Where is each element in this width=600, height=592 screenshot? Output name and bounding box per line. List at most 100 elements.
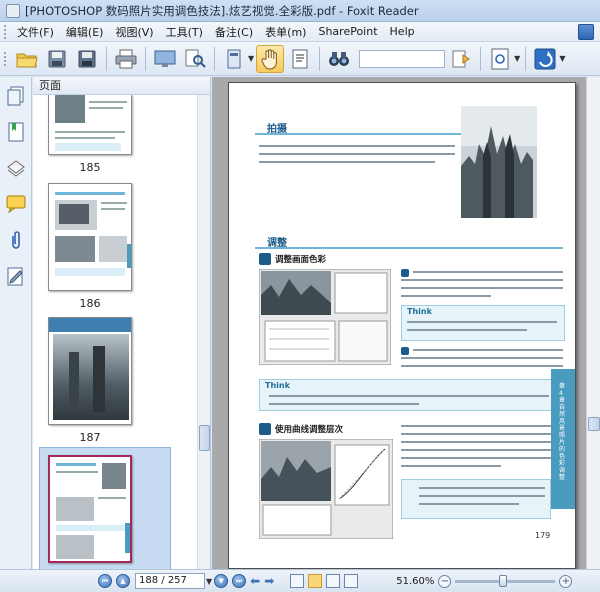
menu-help[interactable]: Help [384, 25, 421, 38]
thumbnail-scrollbar[interactable] [197, 95, 210, 569]
toolbar-separator [145, 46, 146, 71]
menu-file[interactable]: 文件(F) [11, 24, 60, 40]
search-next-button[interactable] [447, 45, 475, 73]
thumbnail-list[interactable]: 185 186 187 [33, 95, 197, 569]
print-button[interactable] [112, 45, 140, 73]
thumbnail-text [89, 107, 123, 109]
page-number-input[interactable]: 188 / 257 [135, 573, 205, 589]
curves-screenshot [259, 439, 393, 539]
thumbnail-scrollbar-thumb[interactable] [199, 425, 210, 451]
thumbnail-page-187[interactable] [48, 317, 132, 425]
save-as-button[interactable] [73, 45, 101, 73]
chevron-down-icon[interactable]: ▼ [206, 577, 212, 586]
save-as-icon [78, 50, 96, 67]
comments-icon[interactable] [5, 193, 27, 215]
find-button[interactable] [325, 45, 353, 73]
thumbnail-image [102, 463, 126, 489]
single-page-view-button[interactable] [290, 574, 305, 588]
pdf-page: 拍摄 调整 调整画面色彩 Think Think 第4章 自然风景照片的色彩调整… [228, 82, 576, 569]
thumbnail-image [56, 497, 94, 521]
chevron-down-icon[interactable]: ▼ [248, 54, 254, 63]
thumbnail-mountain-photo [53, 334, 129, 420]
continuous-view-button[interactable] [308, 574, 323, 588]
menu-view[interactable]: 视图(V) [109, 24, 159, 40]
save-button[interactable] [43, 45, 71, 73]
zoom-slider-handle[interactable] [499, 574, 508, 587]
document-view[interactable]: 拍摄 调整 调整画面色彩 Think Think 第4章 自然风景照片的色彩调整… [212, 77, 600, 569]
zoom-page-icon [491, 48, 509, 69]
tip-text-line [269, 403, 419, 405]
pages-panel-header: 页面 [33, 77, 210, 95]
forward-arrow-icon[interactable]: ➡ [264, 574, 274, 588]
next-page-button[interactable]: ▼ [214, 574, 229, 588]
navigation-strip [0, 77, 32, 569]
body-text-line [401, 295, 491, 297]
tip-text-line [419, 487, 545, 489]
window-title: [PHOTOSHOP 数码照片实用调色技法].炫艺视觉.全彩版.pdf - Fo… [25, 3, 419, 18]
pages-icon[interactable] [5, 85, 27, 107]
foxit-app-icon [6, 3, 20, 18]
thumbnail-page-185[interactable] [48, 95, 132, 155]
back-arrow-icon[interactable]: ⬅ [250, 574, 260, 588]
thumbnail-rock-pillar [93, 346, 105, 412]
folder-open-icon [16, 53, 38, 67]
toolbar-separator [525, 46, 527, 71]
continuous-facing-view-button[interactable] [344, 574, 359, 588]
previous-page-button[interactable]: ▲ [116, 574, 130, 588]
tip-text-line [407, 321, 557, 323]
document-scrollbar[interactable] [586, 77, 600, 569]
hand-icon [261, 48, 278, 70]
pages-panel: 页面 185 186 187 [33, 77, 211, 569]
chevron-down-icon[interactable]: ▼ [559, 54, 565, 63]
body-text-line [401, 425, 551, 427]
monitor-icon [154, 50, 176, 67]
menu-sharepoint[interactable]: SharePoint [312, 25, 383, 38]
page-tool-button[interactable] [220, 45, 248, 73]
signature-icon[interactable] [5, 265, 27, 287]
search-next-icon [452, 50, 471, 67]
step-number-badge [401, 269, 409, 277]
toolbar-separator [106, 46, 107, 71]
thumbnail-image [55, 236, 95, 262]
zoom-tool-button[interactable] [486, 45, 514, 73]
body-text-line [401, 357, 563, 359]
search-input[interactable] [359, 49, 446, 68]
subsection-title: 使用曲线调整层次 [275, 425, 344, 435]
tip-text-line [407, 329, 527, 331]
attachment-icon[interactable] [5, 229, 27, 251]
section-bar [255, 247, 563, 249]
resize-window-icon[interactable] [578, 24, 594, 40]
hand-tool-button[interactable] [256, 44, 285, 73]
layers-icon[interactable] [5, 157, 27, 179]
first-page-button[interactable]: ⏮ [98, 574, 112, 588]
find-page-button[interactable] [181, 45, 209, 73]
chapter-side-tab-text: 第4章 自然风景照片的色彩调整 [559, 383, 566, 481]
save-disk-icon [48, 50, 66, 67]
screen-button[interactable] [151, 45, 179, 73]
thumbnail-side-tab [127, 244, 131, 268]
title-bar: [PHOTOSHOP 数码照片实用调色技法].炫艺视觉.全彩版.pdf - Fo… [0, 0, 600, 22]
menu-comments[interactable]: 备注(C) [209, 24, 259, 40]
thumbnail-image [56, 535, 94, 559]
facing-view-button[interactable] [326, 574, 341, 588]
chevron-down-icon[interactable]: ▼ [514, 54, 520, 63]
open-button[interactable] [13, 45, 41, 73]
select-text-button[interactable] [286, 45, 314, 73]
thumbnail-page-186[interactable] [48, 183, 132, 291]
menu-forms[interactable]: 表单(m) [259, 24, 312, 40]
thumbnail-image [55, 95, 85, 123]
page-magnifier-icon [185, 49, 206, 68]
last-page-button[interactable]: ⏭ [232, 574, 247, 588]
thumbnail-page-188[interactable] [48, 455, 132, 563]
zoom-slider[interactable] [455, 574, 556, 587]
menu-tools[interactable]: 工具(T) [160, 24, 209, 40]
binoculars-icon [329, 51, 350, 66]
menu-grip [4, 24, 7, 39]
bookmarks-icon[interactable] [5, 121, 27, 143]
menu-edit[interactable]: 编辑(E) [60, 24, 110, 40]
thumbnail-image [59, 204, 89, 224]
document-scrollbar-thumb[interactable] [588, 417, 600, 431]
rotate-button[interactable] [531, 45, 559, 73]
zoom-out-icon[interactable]: − [438, 574, 452, 588]
zoom-in-icon[interactable]: + [559, 574, 573, 588]
